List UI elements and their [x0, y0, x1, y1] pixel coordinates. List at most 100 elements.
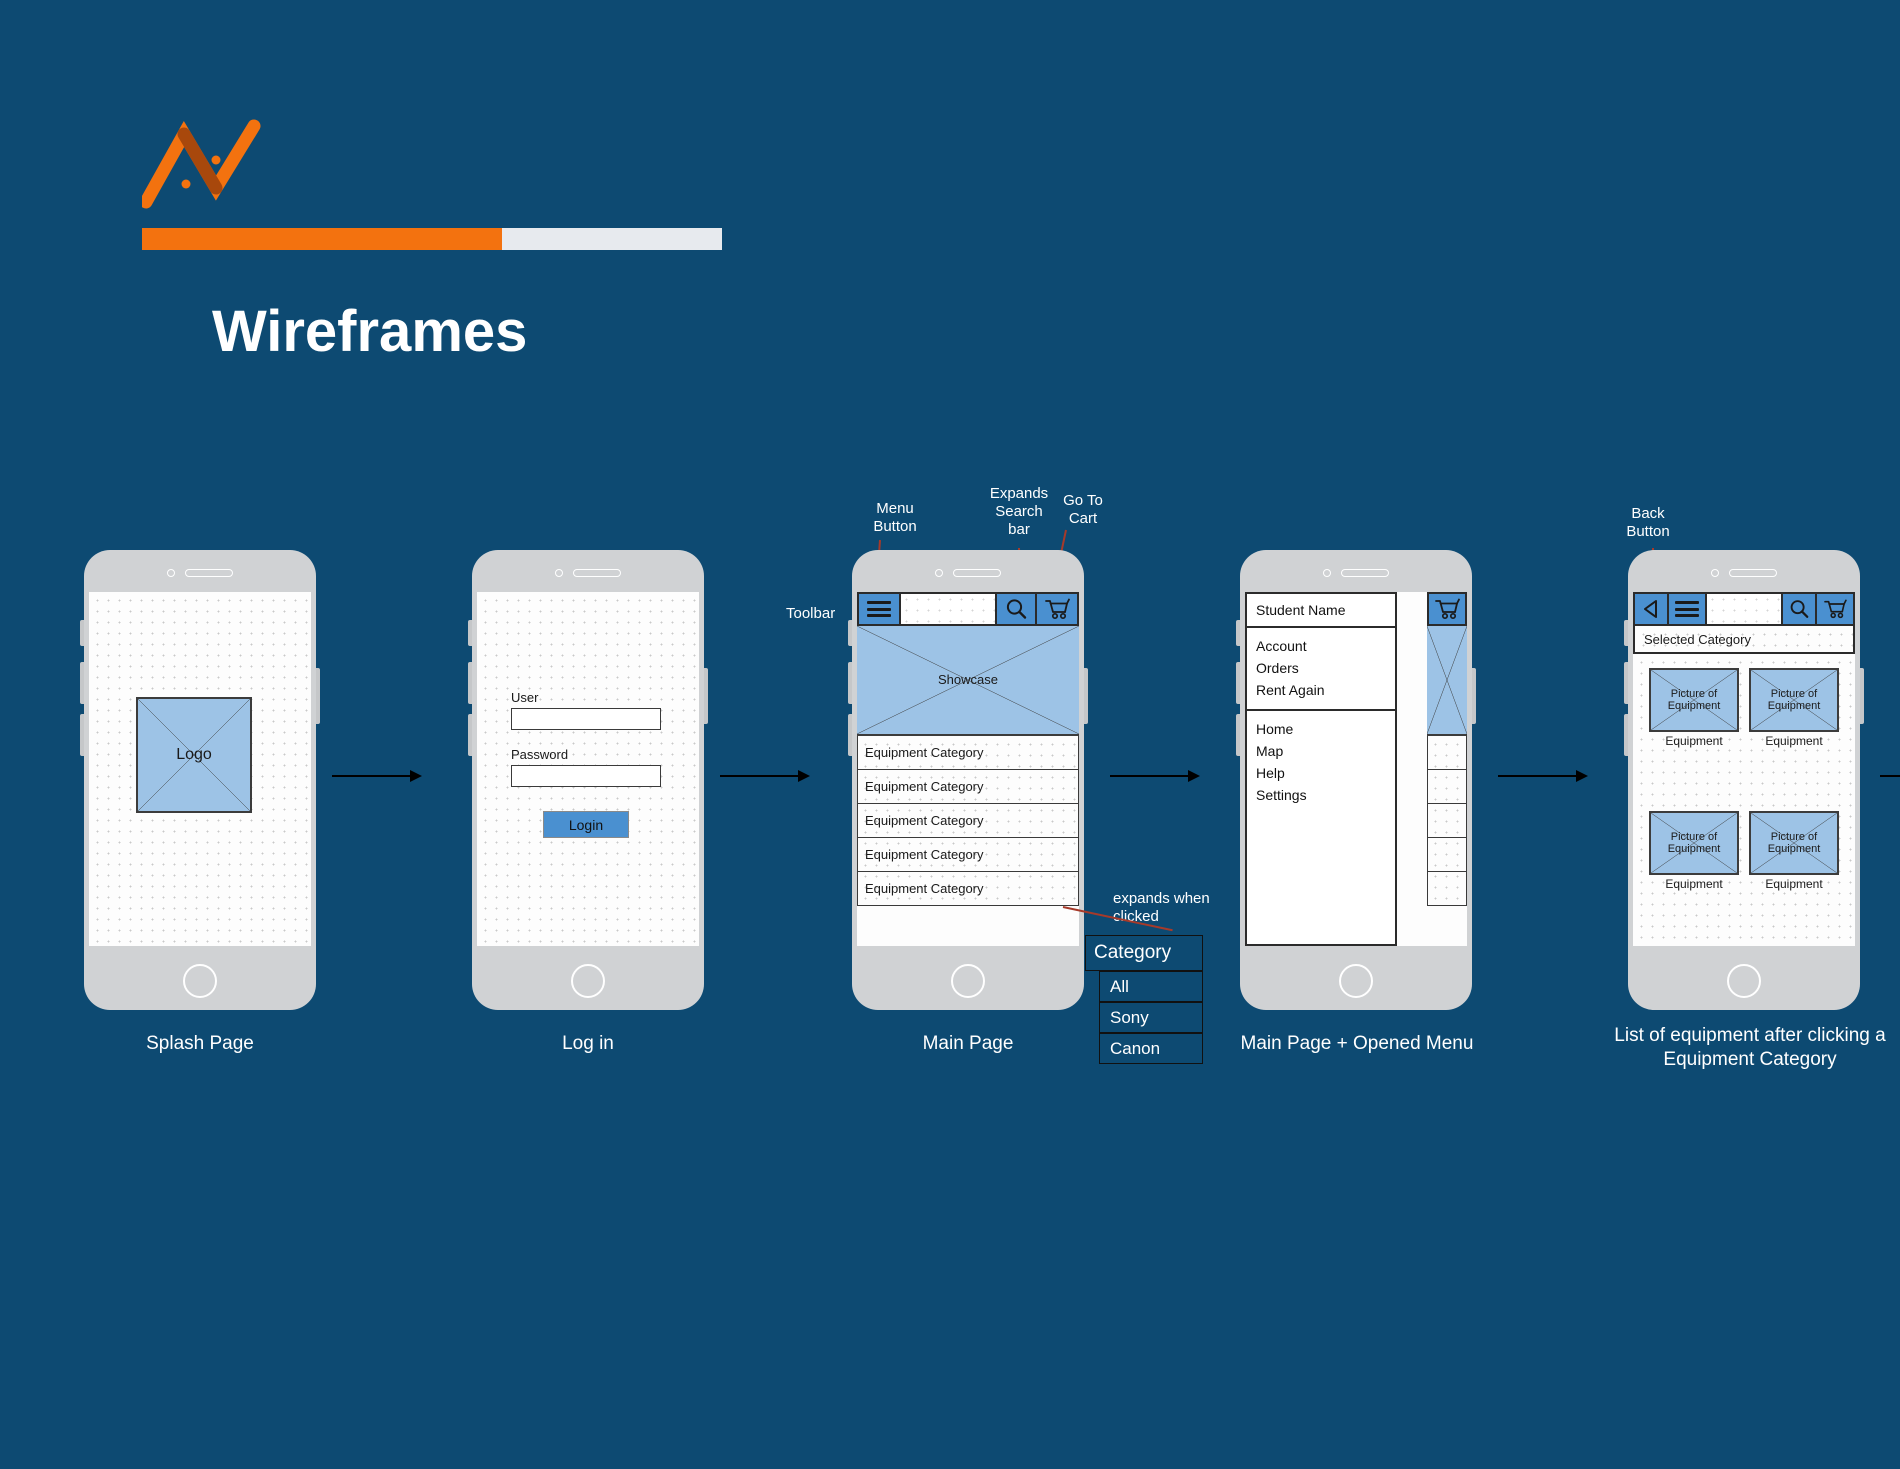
progress-bar-fill: [142, 228, 502, 250]
list-item[interactable]: [1427, 770, 1467, 804]
equipment-name: Equipment: [1765, 734, 1823, 748]
equipment-card[interactable]: Picture of Equipment Equipment: [1749, 811, 1839, 946]
flow-arrow-5: [1880, 770, 1900, 782]
showcase-placeholder: [1427, 626, 1467, 736]
progress-bar-track: [142, 228, 722, 250]
phone-button-mute: [1624, 620, 1628, 646]
list-item[interactable]: [1427, 804, 1467, 838]
front-camera-icon: [167, 568, 175, 577]
shopping-cart-icon: [1824, 599, 1847, 619]
showcase-label: Showcase: [938, 671, 998, 687]
phone-button-power: [1472, 668, 1476, 724]
search-input[interactable]: [901, 594, 997, 624]
password-field[interactable]: [511, 765, 661, 787]
earpiece-icon: [1729, 568, 1777, 577]
back-arrow-icon: [1644, 600, 1657, 618]
background-main-page: [1427, 592, 1467, 906]
category-dropdown-callout: Category All Sony Canon: [1085, 935, 1203, 1064]
password-label: Password: [511, 747, 569, 762]
equipment-name: Equipment: [1665, 877, 1723, 891]
list-item[interactable]: [1427, 838, 1467, 872]
drawer-group-navigation: Home Map Help Settings: [1247, 711, 1395, 814]
search-icon: [1006, 599, 1027, 619]
front-camera-icon: [1711, 568, 1719, 577]
caption-splash: Splash Page: [146, 1033, 254, 1054]
equipment-image-label: Picture of Equipment: [1767, 830, 1821, 855]
earpiece-icon: [185, 568, 233, 577]
hamburger-menu-icon: [867, 601, 891, 617]
drawer-item-map[interactable]: Map: [1247, 740, 1395, 762]
phone-button-mute: [1236, 620, 1240, 646]
login-screen: User Password Login: [477, 592, 699, 946]
category-list: Equipment Category Equipment Category Eq…: [857, 736, 1079, 906]
phone-mockup-equipment-list: Selected Category Picture of Equipment E…: [1624, 550, 1864, 1010]
search-button[interactable]: [997, 594, 1037, 624]
list-item[interactable]: Equipment Category: [857, 872, 1079, 906]
back-button[interactable]: [1635, 594, 1669, 624]
cart-button[interactable]: [1427, 592, 1467, 626]
phone-button-mute: [468, 620, 472, 646]
drawer-item-settings[interactable]: Settings: [1247, 784, 1395, 806]
annotation-back-button: Back Button: [1626, 505, 1670, 540]
equipment-image-placeholder: Picture of Equipment: [1649, 668, 1739, 732]
phone-home-button[interactable]: [183, 964, 217, 998]
caption-menu: Main Page + Opened Menu: [1240, 1033, 1474, 1054]
cart-button[interactable]: [1037, 594, 1077, 624]
main-toolbar: [857, 592, 1079, 626]
list-item[interactable]: Equipment Category: [857, 736, 1079, 770]
equipment-card[interactable]: Picture of Equipment Equipment: [1649, 668, 1739, 803]
phone-home-button[interactable]: [571, 964, 605, 998]
search-button[interactable]: [1783, 594, 1817, 624]
list-item[interactable]: Equipment Category: [857, 770, 1079, 804]
phone-speaker: [1708, 568, 1780, 577]
drawer-item-help[interactable]: Help: [1247, 762, 1395, 784]
phone-button-power: [704, 668, 708, 724]
list-item[interactable]: Equipment Category: [857, 838, 1079, 872]
equipment-toolbar: [1633, 592, 1855, 626]
phone-home-button[interactable]: [1339, 964, 1373, 998]
phone-button-volume-up: [1236, 662, 1240, 704]
dropdown-option-all[interactable]: All: [1099, 971, 1203, 1002]
list-item[interactable]: [1427, 736, 1467, 770]
equipment-grid: Picture of Equipment Equipment Picture o…: [1633, 654, 1855, 946]
equipment-card[interactable]: Picture of Equipment Equipment: [1749, 668, 1839, 803]
front-camera-icon: [1323, 568, 1331, 577]
phone-home-button[interactable]: [1727, 964, 1761, 998]
phone-button-volume-down: [1236, 714, 1240, 756]
placeholder-cross-icon: [1427, 626, 1467, 734]
front-camera-icon: [555, 568, 563, 577]
drawer-item-orders[interactable]: Orders: [1247, 657, 1395, 679]
phone-button-mute: [80, 620, 84, 646]
splash-screen: Logo: [89, 592, 311, 946]
login-button[interactable]: Login: [543, 811, 629, 838]
list-item[interactable]: Equipment Category: [857, 804, 1079, 838]
phone-home-button[interactable]: [951, 964, 985, 998]
dropdown-option-canon[interactable]: Canon: [1099, 1033, 1203, 1064]
drawer-item-rent-again[interactable]: Rent Again: [1247, 679, 1395, 701]
dropdown-option-sony[interactable]: Sony: [1099, 1002, 1203, 1033]
phone-button-power: [1860, 668, 1864, 724]
drawer-item-account[interactable]: Account: [1247, 635, 1395, 657]
phone-mockup-login: User Password Login: [468, 550, 708, 1010]
flow-arrow-4: [1498, 770, 1590, 782]
page-title: Wireframes: [212, 299, 528, 364]
phone-speaker: [552, 568, 624, 577]
category-list: [1427, 736, 1467, 906]
dropdown-header[interactable]: Category: [1085, 935, 1203, 971]
earpiece-icon: [953, 568, 1001, 577]
cart-button[interactable]: [1817, 594, 1853, 624]
search-input[interactable]: [1707, 594, 1783, 624]
earpiece-icon: [573, 568, 621, 577]
user-field[interactable]: [511, 708, 661, 730]
menu-button[interactable]: [859, 594, 901, 624]
drawer-item-home[interactable]: Home: [1247, 718, 1395, 740]
caption-login: Log in: [562, 1033, 614, 1054]
equipment-image-placeholder: Picture of Equipment: [1749, 811, 1839, 875]
list-item[interactable]: [1427, 872, 1467, 906]
caption-main: Main Page: [922, 1033, 1014, 1054]
menu-button[interactable]: [1669, 594, 1707, 624]
hamburger-menu-icon: [1675, 601, 1699, 617]
phone-button-mute: [848, 620, 852, 646]
phone-mockup-main: Showcase Equipment Category Equipment Ca…: [848, 550, 1088, 1010]
equipment-card[interactable]: Picture of Equipment Equipment: [1649, 811, 1739, 946]
